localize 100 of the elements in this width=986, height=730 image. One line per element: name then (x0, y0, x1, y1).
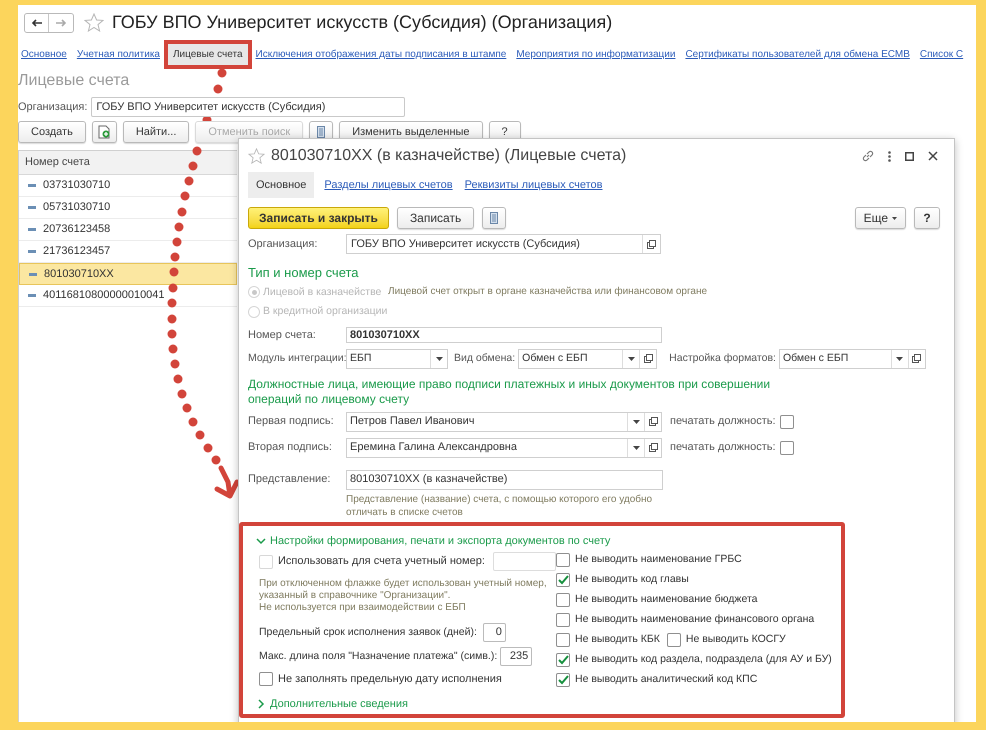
tab[interactable]: Исключения отображения даты подписания в штампе (252, 46, 510, 62)
print-position-label: печатать должность: (670, 440, 776, 456)
row-icon (29, 272, 37, 276)
table-row[interactable]: 801030710XX (19, 263, 237, 285)
field-label: Предельный срок исполнения заявок (дней): (259, 624, 477, 640)
table-cell-text: 21736123457 (43, 244, 110, 260)
table-cell-text: 05731030710 (43, 200, 110, 216)
row-icon (28, 184, 36, 187)
checkbox[interactable] (556, 553, 570, 567)
checkbox[interactable] (556, 613, 570, 627)
dropdown-arrow-icon[interactable] (632, 446, 640, 450)
section-title: Лицевые счета (18, 71, 130, 91)
select-field[interactable]: Обмен с ЕБП (518, 348, 658, 368)
select-field[interactable]: Обмен с ЕБП (778, 348, 926, 368)
row-icon (28, 250, 36, 253)
caret-icon (892, 216, 897, 220)
dropdown-arrow-icon[interactable] (896, 356, 904, 360)
open-icon[interactable] (912, 354, 922, 363)
open-icon[interactable] (648, 443, 658, 452)
more-icon[interactable] (888, 150, 891, 162)
extra-group-header[interactable]: Дополнительные сведения (256, 696, 408, 712)
account-number-field[interactable]: 801030710XX (346, 327, 662, 344)
field-label: Первая подпись: (248, 414, 335, 430)
field-label: Макс. длина поля "Назначение платежа" (симв.): (259, 648, 498, 664)
checkbox[interactable] (556, 593, 570, 607)
row-icon (28, 206, 36, 209)
table-cell-text: 801030710XX (44, 266, 114, 282)
add-document-icon (98, 125, 111, 139)
more-button[interactable]: Еще (854, 207, 906, 229)
account-code-field[interactable] (492, 552, 556, 571)
table-cell-text: 03731030710 (43, 178, 110, 194)
tab[interactable]: Основное (18, 46, 70, 62)
checkbox-label: Не выводить КОСГУ (686, 632, 786, 648)
checkbox[interactable] (259, 672, 273, 686)
open-icon[interactable] (644, 354, 653, 363)
field-label: Организация: (18, 100, 88, 115)
checkbox-label: Не выводить наименование ГРБС (575, 552, 742, 568)
tab[interactable]: Разделы лицевых счетов (322, 176, 455, 194)
checkbox[interactable] (780, 414, 794, 428)
checkbox[interactable] (556, 573, 570, 587)
copy-button[interactable] (92, 121, 117, 143)
checkbox[interactable] (556, 653, 570, 667)
days-field[interactable]: 0 (482, 623, 506, 642)
organization-field[interactable]: ГОБУ ВПО Университет искусств (Субсидия) (346, 234, 661, 254)
tab[interactable]: Мероприятия по информатизации (513, 46, 678, 62)
chevron-down-icon (256, 536, 266, 546)
column-header: Номер счета (19, 151, 237, 175)
field-label: Вид обмена: (454, 350, 516, 366)
tab[interactable]: Сертификаты пользователей для обмена ЕСМВ (682, 46, 913, 62)
checkbox[interactable] (666, 633, 681, 647)
tab[interactable]: Реквизиты лицевых счетов (462, 176, 604, 194)
field-label: Номер счета: (248, 328, 317, 343)
close-icon[interactable] (928, 151, 938, 161)
open-icon[interactable] (648, 417, 658, 426)
open-icon[interactable] (647, 240, 656, 248)
dialog-title: 801030710XX (в казначействе) (Лицевые счета) (271, 146, 626, 166)
row-icon (28, 294, 36, 297)
back-arrow-icon (30, 18, 42, 26)
length-field[interactable]: 235 (500, 647, 532, 666)
save-and-close-button[interactable]: Записать и закрыть (248, 207, 389, 229)
tab[interactable]: Список С (916, 46, 966, 62)
tab[interactable]: Основное (248, 172, 314, 198)
help-button[interactable]: ? (914, 207, 940, 229)
field-label: Настройка форматов: (669, 350, 776, 366)
dropdown-arrow-icon[interactable] (628, 356, 635, 360)
account-type-note: Лицевой счет открыт в органе казначейства или финансовом органе (388, 284, 708, 298)
organization-field[interactable]: ГОБУ ВПО Университет искусств (Субсидия) (91, 97, 406, 117)
tab[interactable]: Учетная политика (74, 46, 163, 62)
table-cell-text: 40116810800000010041 (43, 288, 165, 304)
checkbox-label: Не выводить код раздела, подраздела (для АУ и БУ) (575, 652, 832, 668)
representation-field[interactable]: 801030710XX (в казначействе) (346, 470, 663, 490)
info-note: При отключенном флажке будет использован учетный номер, указанный в справочнике "Организации". Не используется при взаимодействии с ЕБП (258, 578, 548, 614)
save-button[interactable]: Записать (396, 207, 474, 229)
star-icon[interactable] (84, 13, 104, 32)
checkbox-label: Не выводить наименование финансового органа (575, 612, 814, 628)
checkbox[interactable] (556, 673, 570, 687)
field-label: Организация: (248, 236, 318, 252)
star-icon[interactable] (248, 148, 265, 164)
signer-field[interactable]: Петров Павел Иванович (346, 412, 662, 432)
toolbar-button[interactable]: Найти... (122, 121, 190, 143)
toolbar-button[interactable]: Создать (18, 121, 86, 143)
maximize-icon[interactable] (905, 152, 914, 160)
chevron-right-icon (256, 698, 266, 709)
tab[interactable]: Лицевые счета (166, 42, 249, 66)
radio-label: В кредитной организации (263, 304, 388, 320)
checkbox[interactable] (556, 633, 570, 647)
forward-arrow-icon (55, 18, 67, 26)
row-icon (28, 228, 36, 231)
select-field[interactable]: ЕБП (346, 348, 448, 368)
radio-label: Лицевой в казначействе (263, 284, 382, 300)
table-cell-text: 20736123458 (43, 222, 110, 238)
representation-hint: Представление (название) счета, с помощью которого его удобно отличать в списке счетов (346, 492, 654, 518)
dropdown-arrow-icon[interactable] (632, 420, 640, 424)
field-label: Представление: (248, 472, 332, 488)
checkbox[interactable] (780, 440, 794, 454)
dropdown-arrow-icon[interactable] (436, 356, 442, 360)
list-button[interactable] (482, 207, 506, 229)
link-icon[interactable] (862, 150, 874, 162)
settings-group-header[interactable]: Настройки формирования, печати и экспорта документов по счету (256, 532, 610, 549)
signer-field[interactable]: Еремина Галина Александровна (346, 438, 662, 458)
